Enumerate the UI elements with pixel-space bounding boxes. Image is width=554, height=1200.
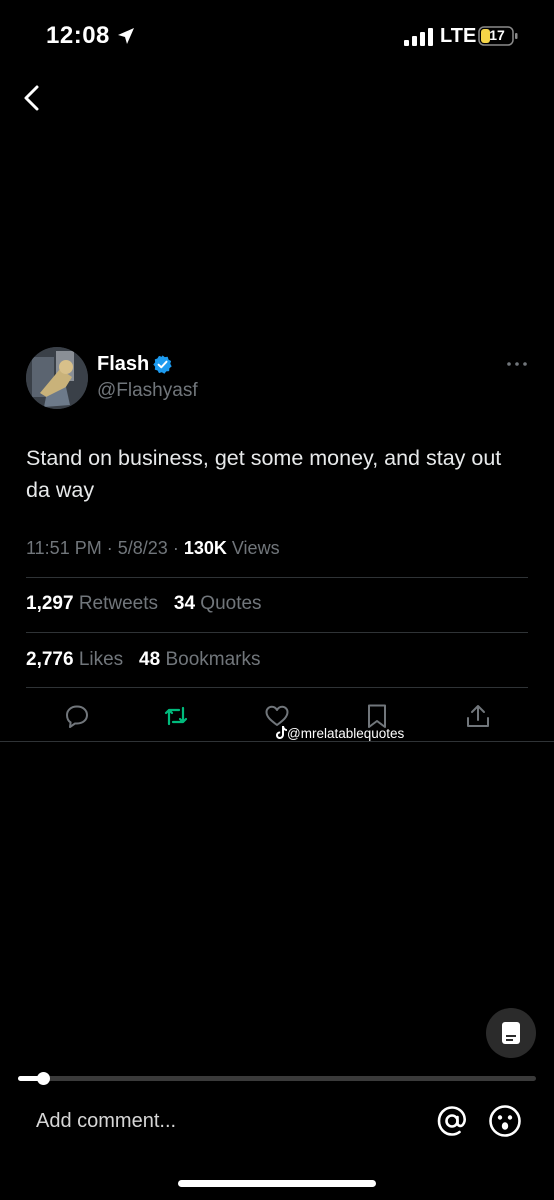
tweet-time: 11:51 PM bbox=[26, 538, 102, 558]
tiktok-icon bbox=[276, 726, 287, 739]
quotes-label: Quotes bbox=[200, 593, 262, 614]
divider bbox=[26, 632, 528, 633]
divider bbox=[26, 577, 528, 578]
more-icon[interactable] bbox=[504, 355, 530, 373]
likes-label: Likes bbox=[78, 649, 124, 670]
bookmarks-label: Bookmarks bbox=[165, 649, 261, 670]
quotes-link[interactable]: 34 Quotes bbox=[174, 593, 262, 614]
battery-level: 17 bbox=[489, 27, 505, 43]
divider bbox=[0, 741, 554, 742]
share-icon[interactable] bbox=[464, 702, 492, 730]
network-type: LTE bbox=[440, 25, 477, 47]
emoji-icon[interactable] bbox=[488, 1104, 522, 1138]
retweets-label: Retweets bbox=[78, 593, 159, 614]
views-label: Views bbox=[231, 538, 280, 558]
likes-count: 2,776 bbox=[26, 649, 74, 670]
tweet-text: Stand on business, get some money, and s… bbox=[26, 446, 502, 502]
tweet-meta: 11:51 PM · 5/8/23 · 130K Views bbox=[26, 538, 280, 559]
retweets-link[interactable]: 1,297 Retweets bbox=[26, 593, 158, 614]
progress-handle[interactable] bbox=[37, 1072, 50, 1085]
captions-button[interactable] bbox=[486, 1008, 536, 1058]
home-indicator bbox=[178, 1180, 376, 1187]
back-chevron-icon[interactable] bbox=[20, 84, 46, 112]
reply-icon[interactable] bbox=[63, 702, 91, 730]
retweet-icon[interactable] bbox=[162, 702, 190, 730]
verified-badge-icon bbox=[153, 355, 172, 374]
add-comment-input[interactable]: Add comment... bbox=[36, 1110, 176, 1133]
tiktok-watermark: @mrelatablequotes bbox=[276, 726, 404, 741]
author-handle[interactable]: @Flashyasf bbox=[97, 380, 198, 402]
divider bbox=[26, 687, 528, 688]
meta-separator: · bbox=[106, 538, 113, 558]
retweet-stats: 1,297 Retweets 34 Quotes bbox=[26, 593, 262, 615]
watermark-text: @mrelatablequotes bbox=[287, 726, 405, 741]
location-arrow-icon bbox=[118, 28, 134, 44]
views-count: 130K bbox=[183, 538, 227, 558]
battery-icon: 17 bbox=[478, 26, 518, 46]
avatar[interactable] bbox=[26, 347, 88, 409]
meta-separator: · bbox=[172, 538, 179, 558]
captions-icon bbox=[502, 1022, 520, 1044]
quotes-count: 34 bbox=[173, 593, 196, 614]
author-name[interactable]: Flash bbox=[97, 353, 149, 376]
likes-link[interactable]: 2,776 Likes bbox=[26, 649, 123, 670]
tweet-date: 5/8/23 bbox=[117, 538, 168, 558]
status-time: 12:08 bbox=[46, 22, 110, 49]
at-icon[interactable] bbox=[436, 1104, 468, 1138]
retweets-count: 1,297 bbox=[26, 593, 74, 614]
like-stats: 2,776 Likes 48 Bookmarks bbox=[26, 649, 260, 671]
bookmarks-link[interactable]: 48 Bookmarks bbox=[139, 649, 260, 670]
progress-track[interactable] bbox=[18, 1076, 536, 1081]
signal-icon bbox=[404, 28, 433, 46]
bookmarks-count: 48 bbox=[139, 649, 161, 670]
